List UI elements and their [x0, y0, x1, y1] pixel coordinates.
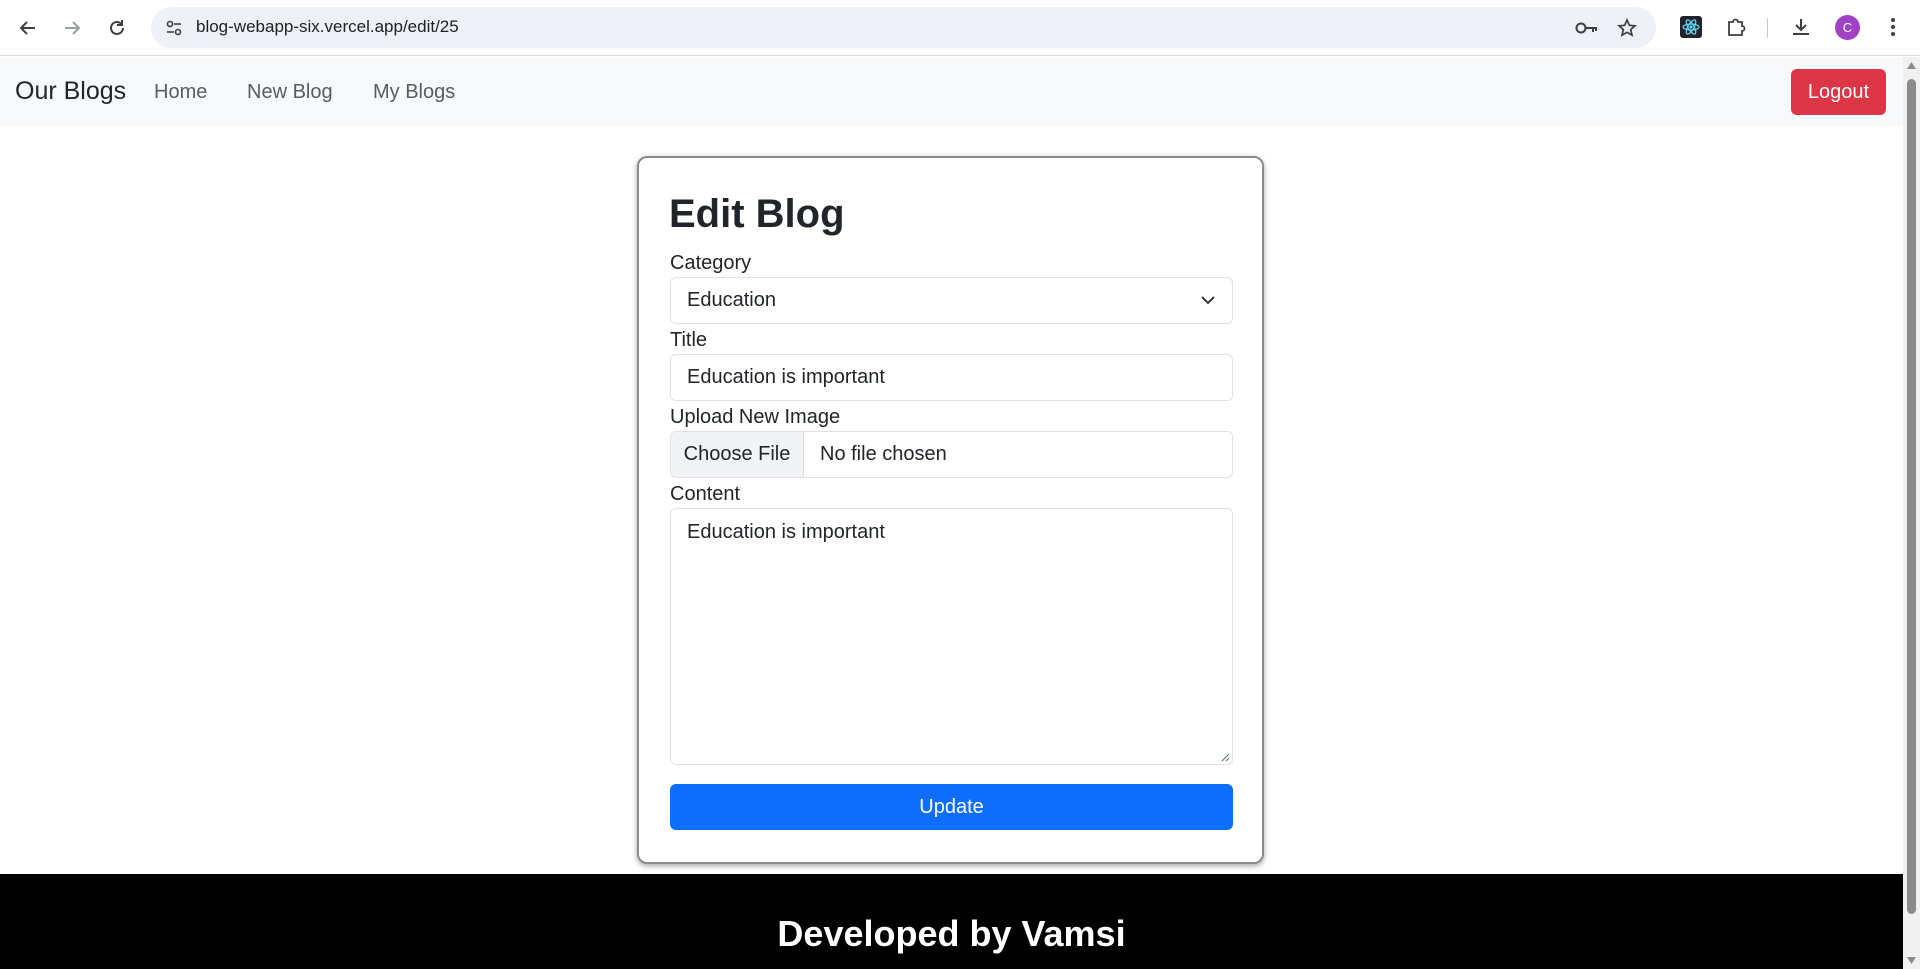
title-input[interactable]: Education is important — [670, 354, 1233, 401]
react-devtools-extension-icon[interactable] — [1676, 12, 1706, 42]
nav-link-home[interactable]: Home — [154, 81, 207, 104]
category-selected-value: Education — [687, 289, 776, 311]
image-label: Upload New Image — [670, 406, 841, 428]
extensions-puzzle-icon[interactable] — [1721, 12, 1751, 42]
footer-text: Developed by Vamsi — [777, 913, 1126, 954]
content-textarea[interactable]: Education is important — [670, 508, 1233, 765]
back-icon[interactable] — [10, 10, 46, 46]
address-bar[interactable]: blog-webapp-six.vercel.app/edit/25 — [151, 7, 1656, 48]
toolbar-divider — [1767, 18, 1768, 38]
content-textarea-value: Education is important — [687, 521, 885, 543]
logout-button[interactable]: Logout — [1791, 69, 1886, 115]
content-label: Content — [670, 483, 741, 505]
browser-menu-icon[interactable] — [1878, 12, 1908, 42]
bookmark-star-icon[interactable] — [1614, 16, 1640, 40]
password-key-icon[interactable] — [1574, 16, 1600, 40]
title-input-value: Education is important — [687, 366, 885, 388]
browser-toolbar: blog-webapp-six.vercel.app/edit/25 C — [0, 0, 1920, 56]
chevron-down-icon — [1201, 296, 1215, 305]
url-text[interactable]: blog-webapp-six.vercel.app/edit/25 — [196, 17, 459, 37]
reload-icon[interactable] — [99, 10, 135, 46]
title-label: Title — [670, 329, 708, 351]
category-select[interactable]: Education — [670, 277, 1233, 324]
nav-link-new-blog[interactable]: New Blog — [247, 81, 333, 104]
image-file-input[interactable]: Choose File No file chosen — [670, 431, 1233, 478]
forward-icon[interactable] — [54, 10, 90, 46]
brand-link[interactable]: Our Blogs — [15, 77, 126, 106]
page-title: Edit Blog — [669, 192, 845, 236]
page-scrollbar[interactable] — [1903, 57, 1920, 969]
footer: Developed by Vamsi — [0, 874, 1903, 969]
download-icon[interactable] — [1786, 12, 1816, 42]
scrollbar-thumb[interactable] — [1907, 79, 1916, 914]
avatar-letter: C — [1842, 20, 1853, 35]
nav-link-my-blogs[interactable]: My Blogs — [373, 81, 455, 104]
category-label: Category — [670, 252, 752, 274]
site-info-icon[interactable] — [161, 15, 187, 41]
app-navbar: Our Blogs Home New Blog My Blogs Logout — [0, 57, 1903, 127]
resize-handle-icon[interactable] — [1220, 752, 1230, 762]
scroll-down-arrow-icon[interactable] — [1906, 955, 1917, 965]
edit-blog-card: Edit Blog Category Education Title Educa… — [637, 156, 1264, 864]
choose-file-button[interactable]: Choose File — [671, 432, 804, 477]
file-status-text: No file chosen — [820, 443, 947, 465]
update-button[interactable]: Update — [670, 784, 1233, 830]
scroll-up-arrow-icon[interactable] — [1906, 61, 1917, 71]
profile-avatar[interactable]: C — [1835, 15, 1860, 40]
